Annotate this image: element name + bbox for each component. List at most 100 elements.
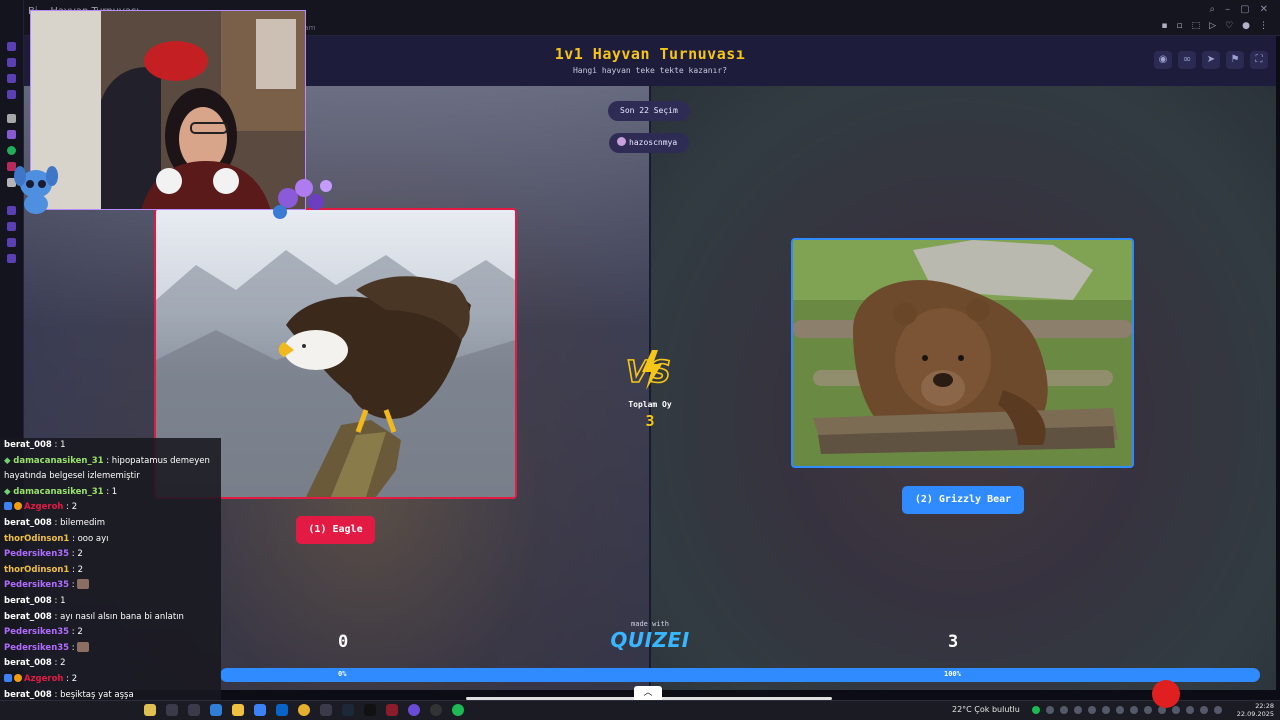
- chat-message: ◆ damacanasiken_31 : 1: [4, 485, 221, 501]
- sparkle-app-icon[interactable]: [144, 704, 156, 716]
- tray-spotify-icon[interactable]: [1032, 706, 1040, 714]
- tray-icon[interactable]: [1186, 706, 1194, 714]
- sidebar-app-icon[interactable]: [7, 42, 16, 51]
- chat-message: Azgeroh : 2: [4, 672, 221, 688]
- send-icon[interactable]: ➤: [1202, 51, 1220, 69]
- chat-username[interactable]: berat_008: [4, 690, 52, 700]
- outlook-icon[interactable]: [276, 704, 288, 716]
- sidebar-app-icon[interactable]: [7, 114, 16, 123]
- chevron-up-icon[interactable]: ︿: [634, 686, 662, 700]
- moderator-badge-icon: [4, 502, 12, 511]
- spotify-icon[interactable]: [452, 704, 464, 716]
- taskbar-app-icon[interactable]: [320, 704, 332, 716]
- minimize-icon[interactable]: –: [1225, 4, 1230, 15]
- tray-icon[interactable]: [1060, 706, 1068, 714]
- header-actions: ◉ ∞ ➤ ⚑ ⛶: [1154, 51, 1268, 69]
- tray-icon[interactable]: [1172, 706, 1180, 714]
- chat-username[interactable]: Pedersiken35: [4, 580, 69, 590]
- chat-username[interactable]: Pedersiken35: [4, 549, 69, 559]
- chat-username[interactable]: Pedersiken35: [4, 627, 69, 637]
- close-icon[interactable]: ✕: [1260, 4, 1268, 15]
- obs-icon[interactable]: [430, 704, 442, 716]
- chat-username[interactable]: Pedersiken35: [4, 643, 69, 653]
- chat-message: ◆ damacanasiken_31 : hipopatamus demeyen: [4, 454, 221, 470]
- profile-avatar-icon[interactable]: ●: [1242, 21, 1250, 31]
- tray-icon[interactable]: [1130, 706, 1138, 714]
- link-icon[interactable]: ∞: [1178, 51, 1196, 69]
- store-icon[interactable]: [254, 704, 266, 716]
- heart-icon[interactable]: ♡: [1225, 21, 1233, 31]
- menu-icon[interactable]: ⋮: [1259, 21, 1268, 31]
- file-explorer-icon[interactable]: [232, 704, 244, 716]
- taskbar-app-icon[interactable]: [166, 704, 178, 716]
- chat-username[interactable]: berat_008: [4, 440, 52, 450]
- bookmark-icon[interactable]: ▫: [1177, 21, 1183, 31]
- steam-icon[interactable]: [342, 704, 354, 716]
- taskbar: 22°C Çok bulutlu 22:28 22.09.2025: [0, 700, 1280, 720]
- chat-message: berat_008 : 2: [4, 656, 221, 672]
- chat-message: berat_008 : 1: [4, 594, 221, 610]
- chat-username[interactable]: berat_008: [4, 612, 52, 622]
- weather-widget[interactable]: 22°C Çok bulutlu: [952, 705, 1020, 714]
- chat-username[interactable]: damacanasiken_31: [13, 487, 103, 497]
- chat-text: : 2: [66, 502, 78, 513]
- twitch-icon[interactable]: [7, 130, 16, 139]
- quizei-logo[interactable]: QUIZEI: [600, 628, 700, 652]
- vote-button-right[interactable]: (2) Grizzly Bear: [902, 486, 1024, 514]
- sidebar-app-icon[interactable]: [7, 74, 16, 83]
- whatsapp-icon[interactable]: [7, 146, 16, 155]
- tray-icon[interactable]: [1088, 706, 1096, 714]
- sidebar-app-icon[interactable]: [7, 90, 16, 99]
- chat-username[interactable]: Azgeroh: [24, 502, 63, 512]
- tray-icon[interactable]: [1074, 706, 1082, 714]
- sidebar-app-icon[interactable]: [7, 222, 16, 231]
- tray-icon[interactable]: [1116, 706, 1124, 714]
- window-controls: ⌕ – ▢ ✕: [1210, 4, 1268, 15]
- chrome-icon[interactable]: [298, 704, 310, 716]
- tray-icon[interactable]: [1200, 706, 1208, 714]
- score-left: 0: [338, 632, 349, 652]
- tray-icon[interactable]: [1102, 706, 1110, 714]
- user-pill: hazoscnmya: [609, 133, 690, 153]
- chat-text: : 1: [106, 486, 118, 497]
- sidebar-app-icon[interactable]: [7, 254, 16, 263]
- active-app-icon[interactable]: [386, 704, 398, 716]
- option-card-right[interactable]: [791, 238, 1134, 468]
- tray-icon[interactable]: [1214, 706, 1222, 714]
- chat-username[interactable]: berat_008: [4, 518, 52, 528]
- search-icon[interactable]: ⌕: [1210, 4, 1216, 15]
- chat-username[interactable]: berat_008: [4, 596, 52, 606]
- play-icon[interactable]: ▷: [1209, 21, 1216, 31]
- maximize-icon[interactable]: ▢: [1240, 4, 1249, 15]
- vote-button-left[interactable]: (1) Eagle: [296, 516, 375, 544]
- webcam-feed: [31, 11, 305, 209]
- moderator-badge-icon: [4, 673, 12, 682]
- flag-icon[interactable]: ⚑: [1226, 51, 1244, 69]
- chat-message: hayatında belgesel izlememiştir: [4, 469, 221, 485]
- edge-icon[interactable]: [210, 704, 222, 716]
- chat-text: : 2: [54, 658, 66, 669]
- sidebar-app-icon[interactable]: [7, 238, 16, 247]
- chat-username[interactable]: thorOdinson1: [4, 534, 69, 544]
- chat-message: thorOdinson1 : 2: [4, 563, 221, 579]
- browser-app-icon[interactable]: [408, 704, 420, 716]
- chat-text: : 1: [54, 595, 66, 606]
- eye-icon[interactable]: ◉: [1154, 51, 1172, 69]
- tiktok-app-icon[interactable]: [364, 704, 376, 716]
- made-with-label: made with: [631, 620, 669, 628]
- tray-icon[interactable]: [1144, 706, 1152, 714]
- chat-username[interactable]: berat_008: [4, 658, 52, 668]
- chat-message: Pedersiken35 :: [4, 641, 221, 657]
- chat-username[interactable]: thorOdinson1: [4, 565, 69, 575]
- chat-username[interactable]: damacanasiken_31: [13, 456, 103, 466]
- chat-username[interactable]: Azgeroh: [24, 674, 63, 684]
- clock[interactable]: 22:28 22.09.2025: [1222, 702, 1274, 718]
- share-icon[interactable]: ⬚: [1192, 21, 1201, 31]
- fullscreen-icon[interactable]: ⛶: [1250, 51, 1268, 69]
- notification-badge-icon[interactable]: [1152, 680, 1180, 708]
- taskbar-app-icon[interactable]: [188, 704, 200, 716]
- extension-icon[interactable]: ▪: [1161, 21, 1167, 31]
- tray-icon[interactable]: [1046, 706, 1054, 714]
- taskbar-apps: [144, 704, 464, 716]
- sidebar-app-icon[interactable]: [7, 58, 16, 67]
